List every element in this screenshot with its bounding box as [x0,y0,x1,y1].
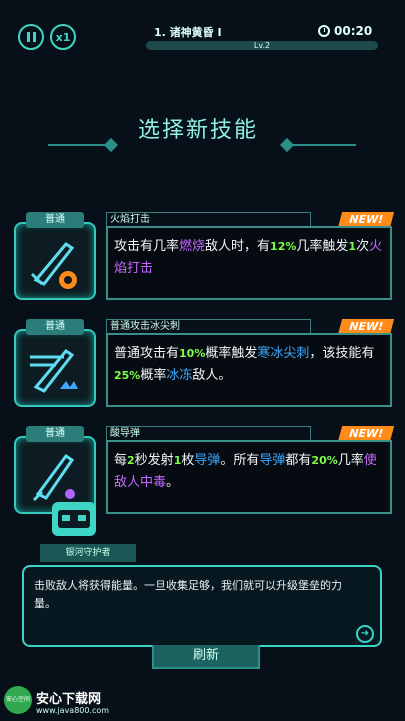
description-segment: 25% [114,369,141,382]
description-segment: 寒冰尖刺 [257,346,310,361]
description-segment: 普通攻击有 [114,346,180,361]
fire-sword-icon [14,222,96,300]
speed-label: x1 [55,30,71,44]
description-segment: 20% [311,454,338,467]
description-segment: 几率 [337,453,364,468]
skill-card-ice-spike[interactable]: 普通 普通攻击冰尖刺 NEW! 普通攻击有10%概率触发寒冰尖刺，该技能有25%… [14,319,395,411]
pause-icon [26,32,36,42]
description-segment: 都有 [285,453,312,468]
speaker-name: 银河守护者 [40,544,136,562]
description-segment: 敌人时，有 [205,239,271,254]
description-segment: 12% [270,240,297,253]
page-title: 选择新技能 [138,118,259,143]
stage-timer: 00:20 [318,24,372,38]
tutorial-dialog[interactable]: 击败敌人将获得能量。一旦收集足够，我们就可以升级堡垒的力量。 ➜ [22,565,382,647]
rarity-tag: 普通 [26,426,84,442]
description-segment: 导弹 [259,453,286,468]
pause-button[interactable] [18,24,44,50]
heading-rule-left [48,144,110,146]
description-segment: 每 [114,453,128,468]
watermark-url: www.java800.com [36,706,110,715]
skill-title: 火焰打击 [106,212,311,227]
skill-description-box: 普通攻击有10%概率触发寒冰尖刺，该技能有 25%概率冰冻敌人。 [106,333,392,407]
skill-description-box: 每2秒发射1枚导弹。所有导弹都有20%几率使敌人中毒。 [106,440,392,514]
description-segment: 2 [127,454,135,467]
speed-button[interactable]: x1 [50,24,76,50]
rarity-tag: 普通 [26,319,84,335]
description-segment: 概率 [140,368,167,383]
rarity-tag: 普通 [26,212,84,228]
description-segment: 10% [179,347,206,360]
description-segment: 1 [348,240,357,253]
description-segment: 次 [356,239,370,254]
watermark-badge: 安心空间 [4,686,32,714]
description-segment: 燃烧 [179,239,206,254]
heading-rule-dot-left [103,137,119,153]
description-segment: 秒发射 [134,453,174,468]
timer-value: 00:20 [334,24,373,38]
description-segment: 敌人。 [192,368,232,383]
skill-description: 攻击有几率燃烧敌人时，有12%几率触发1次火焰打击 [114,236,384,280]
skill-description: 普通攻击有10%概率触发寒冰尖刺，该技能有 25%概率冰冻敌人。 [114,343,384,387]
skill-description: 每2秒发射1枚导弹。所有导弹都有20%几率使敌人中毒。 [114,450,384,494]
skill-description-box: 攻击有几率燃烧敌人时，有12%几率触发1次火焰打击 [106,226,392,300]
description-segment: 攻击有几率 [114,239,180,254]
level-label: Lv.2 [253,41,271,50]
description-segment: 概率触发 [205,346,258,361]
next-arrow-icon[interactable]: ➜ [356,625,374,643]
refresh-button[interactable]: 刷新 [152,645,260,669]
skill-title: 酸导弹 [106,426,311,441]
description-segment: 几率触发 [296,239,349,254]
heading-rule-right [292,144,356,146]
description-segment: 冰冻 [166,368,193,383]
refresh-label: 刷新 [192,648,219,663]
description-segment: 。 [166,475,180,490]
watermark-logo: 安心空间 安心下载网 www.java800.com [0,682,130,721]
description-segment: 枚 [181,453,195,468]
skill-title: 普通攻击冰尖刺 [106,319,311,334]
level-progress-bar: Lv.2 [146,41,378,50]
skill-card-fire-strike[interactable]: 普通 火焰打击 NEW! 攻击有几率燃烧敌人时，有12%几率触发1次火焰打击 [14,212,395,304]
clock-icon [318,25,330,37]
stage-title: 1. 诸神黄昏 I [154,26,222,39]
ice-sword-icon [14,329,96,407]
watermark-brand: 安心下载网 [36,692,102,707]
description-segment: 。所有 [220,453,260,468]
guardian-robot-avatar [44,488,108,548]
description-segment: 导弹 [194,453,221,468]
dialog-text: 击败敌人将获得能量。一旦收集足够，我们就可以升级堡垒的力量。 [34,579,342,610]
description-segment: ，该技能有 [309,346,375,361]
